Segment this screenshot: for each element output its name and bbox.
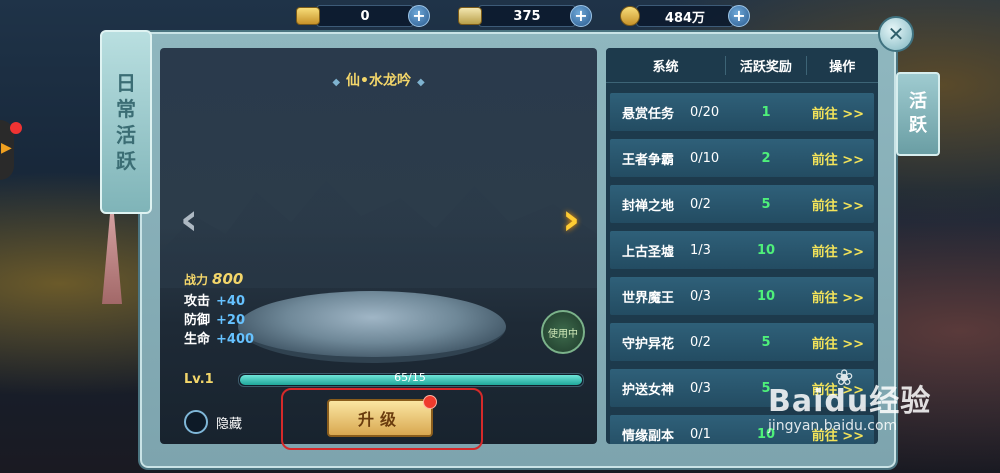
- stat-label: 攻击: [184, 294, 211, 309]
- row-reward: 10: [756, 288, 776, 304]
- currency-copper-value: 484万: [636, 5, 734, 27]
- row-name: 世界魔王: [622, 290, 675, 306]
- hide-toggle[interactable]: 隐藏: [184, 410, 242, 434]
- hide-radio[interactable]: [184, 410, 208, 434]
- next-arrow-button[interactable]: ›: [562, 198, 580, 242]
- row-goto-button[interactable]: 前往 >>: [796, 333, 874, 352]
- row-name: 王者争霸: [622, 152, 675, 168]
- level-progress-text: 65/15: [394, 371, 426, 384]
- currency-copper: 484万 +: [620, 5, 750, 27]
- add-silver-button[interactable]: +: [570, 5, 592, 27]
- row-name: 悬赏任务: [622, 106, 675, 122]
- daily-activity-banner: 日 常 活 跃: [100, 30, 152, 214]
- stat-label: 防御: [184, 313, 211, 328]
- banner-char: 活: [116, 123, 136, 147]
- chevron-right-icon: ▶: [1, 140, 12, 156]
- header-reward: 活跃奖励: [725, 55, 805, 75]
- title-left-ornament-icon: ◆: [332, 77, 341, 88]
- power-row: 战力 800: [184, 270, 254, 290]
- close-button[interactable]: ✕: [878, 16, 914, 52]
- silver-ingot-icon: [458, 7, 482, 25]
- row-progress: 0/3: [690, 380, 711, 396]
- copper-coin-icon: [620, 6, 640, 26]
- preview-title-text: 仙•水龙吟: [346, 73, 411, 89]
- row-progress: 0/20: [690, 104, 720, 120]
- header-system: 系统: [652, 59, 679, 75]
- header-action: 操作: [805, 55, 878, 75]
- close-icon: ✕: [887, 22, 905, 46]
- row-goto-button[interactable]: 前往 >>: [796, 287, 874, 306]
- power-value: 800: [212, 270, 244, 288]
- row-progress: 0/2: [690, 196, 711, 212]
- activity-tab[interactable]: 活 跃: [896, 72, 940, 156]
- stat-row: 攻击 +40: [184, 292, 254, 311]
- row-progress: 0/3: [690, 288, 711, 304]
- add-copper-button[interactable]: +: [728, 5, 750, 27]
- row-progress: 0/1: [690, 426, 711, 442]
- stats-block: 战力 800 攻击 +40 防御 +20 生命 +400: [184, 270, 254, 349]
- tab-char: 活: [909, 91, 927, 112]
- stat-value: +20: [216, 313, 245, 328]
- preview-title: ◆ 仙•水龙吟 ◆: [160, 70, 597, 90]
- row-progress: 0/10: [690, 150, 720, 166]
- row-reward: 10: [756, 242, 776, 258]
- upgrade-highlight-box: [281, 388, 483, 450]
- row-name: 守护异花: [622, 336, 675, 352]
- appearance-preview: ◆ 仙•水龙吟 ◆ ‹ › 战力 800 攻击 +40 防御 +20 生命 +400 使用中…: [160, 48, 597, 444]
- table-row: 封禅之地 0/2 5 前往 >>: [610, 185, 874, 223]
- stat-value: +40: [216, 294, 245, 309]
- row-progress: 0/2: [690, 334, 711, 350]
- hide-label: 隐藏: [216, 416, 243, 432]
- row-reward: 1: [761, 104, 771, 120]
- banner-char: 常: [116, 97, 136, 121]
- power-label: 战力: [184, 273, 209, 287]
- row-goto-button[interactable]: 前往 >>: [796, 103, 874, 122]
- watermark: Baidu经验 jingyan.baidu.com: [768, 376, 931, 434]
- level-label: Lv.1: [184, 372, 214, 387]
- table-row: 悬赏任务 0/20 1 前往 >>: [610, 93, 874, 131]
- row-reward: 5: [761, 196, 771, 212]
- row-goto-button[interactable]: 前往 >>: [796, 149, 874, 168]
- currency-silver-value: 375: [478, 5, 576, 27]
- table-row: 上古圣墟 1/3 10 前往 >>: [610, 231, 874, 269]
- prev-arrow-button[interactable]: ‹: [180, 198, 198, 242]
- row-name: 封禅之地: [622, 198, 675, 214]
- stat-label: 生命: [184, 332, 211, 347]
- notification-dot: [10, 122, 22, 134]
- title-right-ornament-icon: ◆: [416, 77, 425, 88]
- gold-ingot-icon: [296, 7, 320, 25]
- currency-gold-value: 0: [316, 5, 414, 27]
- in-use-seal: 使用中: [541, 310, 585, 354]
- stat-value: +400: [216, 332, 255, 347]
- tab-char: 跃: [909, 115, 927, 136]
- table-row: 守护异花 0/2 5 前往 >>: [610, 323, 874, 361]
- banner-char: 跃: [116, 149, 136, 173]
- display-pedestal: [238, 291, 506, 363]
- row-reward: 2: [761, 150, 771, 166]
- watermark-brand: Baidu经验: [768, 384, 932, 419]
- row-goto-button[interactable]: 前往 >>: [796, 195, 874, 214]
- stat-row: 生命 +400: [184, 330, 254, 349]
- table-header: 系统 活跃奖励 操作: [606, 48, 878, 83]
- row-name: 护送女神: [622, 382, 675, 398]
- table-row: 世界魔王 0/3 10 前往 >>: [610, 277, 874, 315]
- banner-char: 日: [116, 71, 136, 95]
- watermark-url: jingyan.baidu.com: [768, 418, 898, 434]
- stat-row: 防御 +20: [184, 311, 254, 330]
- row-reward: 5: [761, 334, 771, 350]
- table-row: 王者争霸 0/10 2 前往 >>: [610, 139, 874, 177]
- row-goto-button[interactable]: 前往 >>: [796, 241, 874, 260]
- add-gold-button[interactable]: +: [408, 5, 430, 27]
- currency-silver: 375 +: [458, 5, 592, 27]
- row-progress: 1/3: [690, 242, 711, 258]
- row-name: 情缘副本: [622, 428, 675, 444]
- currency-gold: 0 +: [296, 5, 430, 27]
- row-name: 上古圣墟: [622, 244, 675, 260]
